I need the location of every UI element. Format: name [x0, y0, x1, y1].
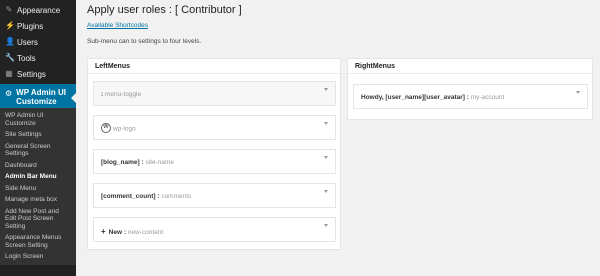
- submenu-item[interactable]: Site Settings: [0, 129, 76, 141]
- sidebar-item-label: WP Admin UI Customize: [16, 88, 66, 106]
- sidebar-item-wp-admin-ui-customize[interactable]: ⚙ WP Admin UI Customize: [0, 84, 76, 108]
- submenu-item[interactable]: Add New Post and Edit Post Screen Settin…: [0, 206, 76, 233]
- left-menus-panel: LeftMenus : menu-toggle Wwp-logo [blog_n…: [87, 58, 341, 250]
- chevron-down-icon[interactable]: [576, 91, 580, 94]
- menu-item-id: my-account: [470, 94, 505, 101]
- menu-item-my-account[interactable]: Howdy, [user_name][user_avatar] : my-acc…: [353, 84, 588, 109]
- chevron-down-icon[interactable]: [324, 88, 328, 91]
- admin-sidebar: ✎ Appearance ⚡ Plugins 👤 Users 🔧 Tools ▦…: [0, 0, 76, 276]
- submenu-item[interactable]: Manage meta box: [0, 194, 76, 206]
- menu-item-site-name[interactable]: [blog_name] : site-name: [93, 149, 336, 174]
- menu-item-id: comments: [161, 193, 192, 200]
- submenu-item[interactable]: WP Admin UI Customize: [0, 110, 76, 129]
- plugin-icon: ⚡: [5, 21, 15, 30]
- users-icon: 👤: [5, 37, 15, 46]
- menu-item-id: new-content: [127, 229, 164, 236]
- sidebar-item-plugins[interactable]: ⚡ Plugins: [0, 18, 76, 34]
- plus-icon: +: [101, 227, 106, 236]
- sidebar-item-label: Plugins: [17, 21, 44, 31]
- submenu-item[interactable]: Side Menu: [0, 183, 76, 195]
- panel-heading: LeftMenus: [88, 59, 340, 74]
- wrench-icon: 🔧: [5, 53, 15, 62]
- chevron-down-icon[interactable]: [324, 122, 328, 125]
- menu-item-comments[interactable]: [comment_count] : comments: [93, 183, 336, 208]
- sidebar-item-appearance[interactable]: ✎ Appearance: [0, 2, 76, 18]
- menu-item-id: site-name: [145, 159, 174, 166]
- submenu-item[interactable]: General Screen Settings: [0, 141, 76, 160]
- submenu-item[interactable]: Login Screen: [0, 251, 76, 263]
- settings-icon: ▦: [5, 69, 13, 78]
- submenu-item[interactable]: Appearance Menus Screen Setting: [0, 232, 76, 251]
- sidebar-item-label: Settings: [17, 69, 46, 79]
- menu-item-key: [blog_name] :: [101, 159, 144, 166]
- chevron-down-icon[interactable]: [324, 190, 328, 193]
- sidebar-item-users[interactable]: 👤 Users: [0, 34, 76, 50]
- menu-item-menu-toggle[interactable]: : menu-toggle: [93, 81, 336, 106]
- panel-heading: RightMenus: [348, 59, 592, 74]
- menu-item-wp-logo[interactable]: Wwp-logo: [93, 115, 336, 140]
- sidebar-item-settings[interactable]: ▦ Settings: [0, 66, 76, 82]
- right-menus-panel: RightMenus Howdy, [user_name][user_avata…: [347, 58, 593, 120]
- page-title: Apply user roles : [ Contributor ]: [87, 4, 242, 16]
- menu-item-key: :: [101, 91, 104, 98]
- menu-item-id: wp-logo: [113, 125, 136, 133]
- menu-item-key: Howdy, [user_name][user_avatar] :: [361, 94, 469, 101]
- submenu-item[interactable]: Dashboard: [0, 160, 76, 172]
- submenu-item-active[interactable]: Admin Bar Menu: [0, 171, 76, 183]
- available-shortcodes-link[interactable]: Available Shortcodes: [87, 22, 148, 29]
- menu-item-key: New :: [108, 229, 127, 236]
- sidebar-item-label: Appearance: [17, 5, 61, 15]
- gear-icon: ⚙: [5, 89, 13, 98]
- chevron-down-icon[interactable]: [324, 224, 328, 227]
- menu-item-new-content[interactable]: + New : new-content: [93, 217, 336, 242]
- menu-item-id: menu-toggle: [104, 91, 142, 98]
- sidebar-item-label: Tools: [17, 53, 36, 63]
- paintbrush-icon: ✎: [5, 5, 13, 14]
- wordpress-logo-icon: W: [101, 123, 111, 133]
- page-description: Sub-menu can to settings to four levels.: [87, 38, 202, 45]
- sidebar-item-tools[interactable]: 🔧 Tools: [0, 50, 76, 66]
- main-content: Apply user roles : [ Contributor ] Avail…: [87, 0, 600, 276]
- sidebar-submenu: WP Admin UI Customize Site Settings Gene…: [0, 108, 76, 265]
- chevron-down-icon[interactable]: [324, 156, 328, 159]
- menu-item-key: [comment_count] :: [101, 193, 160, 200]
- sidebar-item-label: Users: [17, 37, 38, 47]
